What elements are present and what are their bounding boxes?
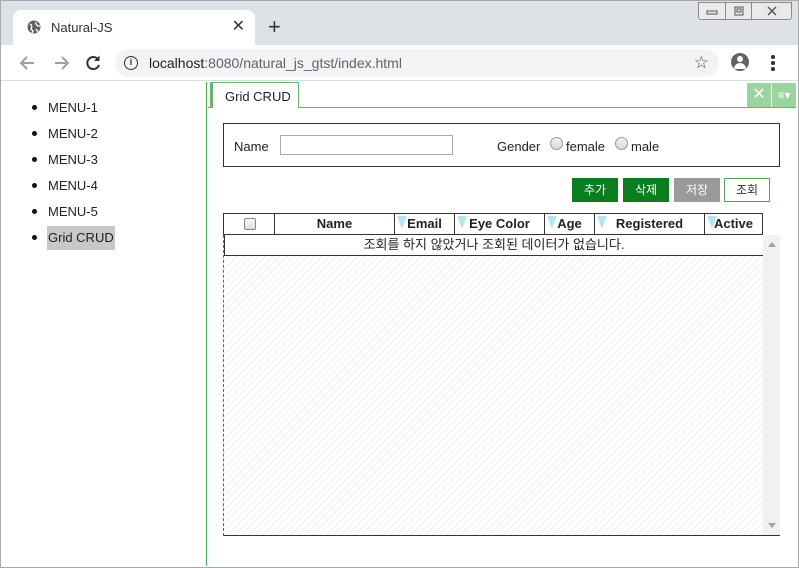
column-age-label: Age [557, 216, 582, 231]
tab-title: Natural-JS [51, 20, 113, 35]
column-email[interactable]: Email [394, 214, 454, 234]
select-all-column [224, 214, 274, 234]
filter-icon[interactable] [597, 216, 607, 229]
search-button[interactable]: 조회 [724, 178, 770, 202]
female-label[interactable]: female [566, 139, 605, 154]
sidebar-item-label[interactable]: MENU-4 [47, 174, 99, 198]
filter-icon[interactable] [547, 216, 557, 229]
sidebar-item-label[interactable]: MENU-1 [47, 96, 99, 120]
globe-icon [27, 20, 41, 34]
vertical-scrollbar[interactable] [763, 235, 780, 535]
column-name-label: Name [316, 216, 353, 231]
column-eye-color-label: Eye Color [469, 216, 530, 231]
add-button[interactable]: 추가 [572, 178, 618, 202]
profile-icon[interactable] [731, 53, 749, 71]
restore-button[interactable] [725, 3, 751, 19]
star-icon[interactable]: ☆ [694, 53, 709, 73]
info-icon[interactable]: i [124, 56, 138, 70]
male-label[interactable]: male [631, 139, 659, 154]
filter-icon[interactable] [457, 216, 467, 229]
column-age[interactable]: Age [544, 214, 594, 234]
url-host: localhost [149, 55, 205, 71]
empty-message: 조회를 하지 않았거나 조회된 데이터가 없습니다. [224, 235, 764, 256]
sidebar-item-menu-4[interactable]: MENU-4 [26, 174, 206, 200]
new-tab-button[interactable]: + [268, 16, 281, 38]
delete-button[interactable]: 삭제 [623, 178, 669, 202]
name-label: Name [234, 139, 269, 154]
sidebar-item-label[interactable]: MENU-5 [47, 200, 99, 224]
filter-icon[interactable] [397, 216, 407, 229]
sidebar-item-menu-5[interactable]: MENU-5 [26, 200, 206, 226]
gender-label: Gender [497, 139, 541, 154]
sidebar-item-label[interactable]: Grid CRUD [47, 226, 115, 250]
window-controls [698, 2, 792, 20]
sidebar-item-menu-1[interactable]: MENU-1 [26, 96, 206, 122]
search-form: Name Gender female male [223, 123, 780, 167]
tab-list-icon[interactable]: ≡▾ [772, 83, 796, 107]
reload-icon[interactable] [83, 53, 103, 73]
browser-toolbar: i localhost:8080/natural_js_gtst/index.h… [1, 45, 798, 81]
scroll-down-icon[interactable] [768, 523, 776, 528]
main-content: Grid CRUD ✕ ≡▾ Name Gender female male 추… [208, 82, 798, 566]
column-registered-label: Registered [615, 216, 684, 231]
column-active-label: Active [713, 216, 754, 231]
back-icon[interactable] [18, 53, 38, 73]
tab-grid-crud[interactable]: Grid CRUD [210, 82, 299, 108]
name-input[interactable] [280, 135, 453, 155]
tab-close-icon[interactable]: ✕ [232, 18, 245, 36]
select-all-checkbox[interactable] [244, 218, 256, 230]
tab-label: Grid CRUD [225, 89, 291, 104]
filter-icon[interactable] [707, 216, 717, 229]
sidebar-item-label[interactable]: MENU-3 [47, 148, 99, 172]
column-eye-color[interactable]: Eye Color [454, 214, 544, 234]
minimize-button[interactable] [699, 3, 725, 19]
sidebar: MENU-1 MENU-2 MENU-3 MENU-4 MENU-5 Grid … [2, 82, 207, 566]
female-radio[interactable] [550, 137, 563, 150]
column-registered[interactable]: Registered [594, 214, 704, 234]
browser-tab[interactable]: Natural-JS ✕ [13, 10, 255, 45]
url-text: localhost:8080/natural_js_gtst/index.htm… [149, 55, 402, 71]
column-active[interactable]: Active [704, 214, 762, 234]
document-tab-bar: Grid CRUD ✕ ≡▾ [208, 82, 796, 108]
grid-header: Name Email Eye Color Age Registered Acti… [223, 213, 763, 235]
close-all-tabs-icon[interactable]: ✕ [747, 83, 771, 107]
address-bar[interactable]: i localhost:8080/natural_js_gtst/index.h… [115, 49, 719, 77]
window-close-button[interactable] [751, 3, 791, 19]
sidebar-item-menu-3[interactable]: MENU-3 [26, 148, 206, 174]
save-button[interactable]: 저장 [674, 178, 720, 202]
sidebar-item-grid-crud[interactable]: Grid CRUD [26, 226, 206, 252]
data-grid: Name Email Eye Color Age Registered Acti… [223, 213, 780, 536]
title-bar: Natural-JS ✕ + [1, 1, 798, 45]
sidebar-item-menu-2[interactable]: MENU-2 [26, 122, 206, 148]
column-name[interactable]: Name [274, 214, 394, 234]
url-path: :8080/natural_js_gtst/index.html [204, 55, 402, 71]
menu-icon[interactable] [771, 55, 775, 71]
browser-window: Natural-JS ✕ + i localhost:8080/natural_… [0, 0, 799, 568]
forward-icon[interactable] [51, 53, 71, 73]
scroll-up-icon[interactable] [768, 242, 776, 247]
male-radio[interactable] [615, 137, 628, 150]
column-email-label: Email [407, 216, 442, 231]
sidebar-item-label[interactable]: MENU-2 [47, 122, 99, 146]
sidebar-menu: MENU-1 MENU-2 MENU-3 MENU-4 MENU-5 Grid … [2, 82, 206, 252]
grid-body: 조회를 하지 않았거나 조회된 데이터가 없습니다. [223, 235, 780, 536]
